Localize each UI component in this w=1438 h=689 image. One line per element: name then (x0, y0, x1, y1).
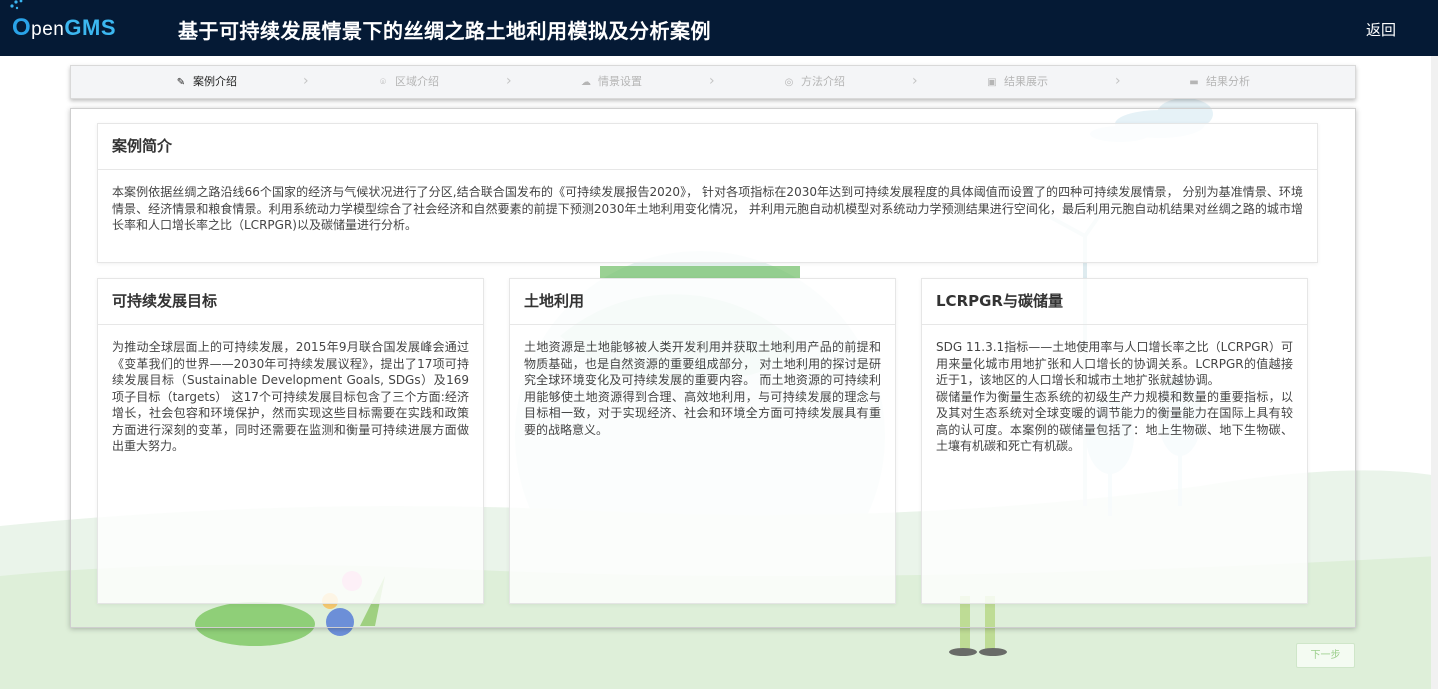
logo-text-gms: GMS (64, 15, 116, 40)
chevron-right-icon: › (1115, 73, 1121, 89)
picture-icon: ▣ (987, 77, 997, 88)
edit-icon: ✎ (176, 77, 186, 88)
logo-text-pen: pen (31, 19, 65, 40)
step-label: 案例介绍 (193, 75, 237, 88)
chevron-right-icon: › (303, 73, 309, 89)
step-label: 结果展示 (1004, 75, 1048, 88)
card-title: 案例简介 (98, 124, 1317, 170)
chevron-right-icon: › (506, 73, 512, 89)
card-text: SDG 11.3.1指标——土地使用率与人口增长率之比（LCRPGR）可用来量化… (936, 340, 1293, 453)
land-use-card: 土地利用 土地资源是土地能够被人类开发利用并获取土地利用产品的前提和物质基础，也… (509, 278, 896, 604)
logo-letter-o: O (12, 14, 32, 41)
top-navbar: OpenGMS 基于可持续发展情景下的丝绸之路土地利用模拟及分析案例 返回 (0, 0, 1438, 56)
cloud-icon: ☁ (581, 77, 591, 88)
lcrpgr-carbon-card: LCRPGR与碳储量 SDG 11.3.1指标——土地使用率与人口增长率之比（L… (921, 278, 1308, 604)
card-title: LCRPGR与碳储量 (922, 279, 1307, 325)
step-case-intro[interactable]: ✎ 案例介绍 (175, 66, 237, 98)
step-scenario-settings[interactable]: ☁ 情景设置 (580, 66, 642, 98)
step-label: 结果分析 (1206, 75, 1250, 88)
step-label: 方法介绍 (801, 75, 845, 88)
vertical-scrollbar[interactable] (1431, 56, 1438, 689)
next-step-button[interactable]: 下一步 (1296, 643, 1355, 668)
step-results-analysis[interactable]: ▬ 结果分析 (1188, 66, 1250, 98)
chevron-right-icon: › (709, 73, 715, 89)
logo-spark-icon (10, 0, 23, 10)
back-button[interactable]: 返回 (1366, 19, 1396, 40)
chat-icon: ◎ (784, 77, 794, 88)
card-title: 土地利用 (510, 279, 895, 325)
card-text: 为推动全球层面上的可持续发展，2015年9月联合国发展峰会通过《变革我们的世界—… (112, 340, 469, 453)
sdg-card: 可持续发展目标 为推动全球层面上的可持续发展，2015年9月联合国发展峰会通过《… (97, 278, 484, 604)
step-results-display[interactable]: ▣ 结果展示 (986, 66, 1048, 98)
page-title: 基于可持续发展情景下的丝绸之路土地利用模拟及分析案例 (178, 19, 711, 43)
step-region-intro[interactable]: ⌾ 区域介绍 (377, 66, 439, 98)
card-text: 土地资源是土地能够被人类开发利用并获取土地利用产品的前提和物质基础，也是自然资源… (524, 340, 881, 437)
step-navigation: ✎ 案例介绍 › ⌾ 区域介绍 › ☁ 情景设置 › ◎ 方法介绍 › ▣ 结果展示 › … (70, 65, 1356, 99)
case-summary-card: 案例简介 本案例依据丝绸之路沿线66个国家的经济与气候状况进行了分区,结合联合国… (97, 123, 1318, 263)
opengms-logo[interactable]: OpenGMS (12, 14, 116, 42)
step-label: 区域介绍 (395, 75, 439, 88)
step-label: 情景设置 (598, 75, 642, 88)
location-icon: ⌾ (380, 77, 386, 88)
card-text: 本案例依据丝绸之路沿线66个国家的经济与气候状况进行了分区,结合联合国发布的《可… (112, 185, 1303, 232)
step-method-intro[interactable]: ◎ 方法介绍 (783, 66, 845, 98)
monitor-icon: ▬ (1189, 77, 1199, 88)
chevron-right-icon: › (912, 73, 918, 89)
card-title: 可持续发展目标 (98, 279, 483, 325)
